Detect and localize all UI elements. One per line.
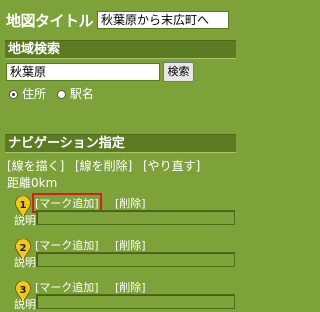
delete-mark-link[interactable]: [削除] [115,195,146,211]
map-title-label: 地図タイトル [6,12,94,30]
map-title-input[interactable]: 秋葉原から末広町へ [97,11,229,29]
description-input[interactable] [36,252,235,267]
marker-number: 3 [20,285,27,296]
delete-line-link[interactable]: [線を削除] [75,157,132,174]
redo-link[interactable]: [やり直す] [143,157,200,174]
radio-option-address[interactable]: 住所 [9,85,46,102]
navigation-header: ナビゲーション指定 [5,134,236,153]
marker-number: 2 [20,243,27,254]
area-search-input[interactable]: 秋葉原 [6,63,160,81]
distance-text: 距離0km [7,176,58,190]
search-button[interactable]: 検索 [163,62,194,82]
marker-number: 1 [20,200,27,211]
description-label: 説明 [14,256,36,269]
description-input[interactable] [36,294,235,309]
draw-line-link[interactable]: [線を描く] [7,157,64,174]
radio-checked-icon[interactable] [9,90,18,99]
description-label: 説明 [14,214,36,227]
radio-station-label: 駅名 [69,87,94,101]
radio-option-station[interactable]: 駅名 [57,85,94,102]
area-search-header: 地域検索 [5,40,236,59]
description-label: 説明 [14,298,36,311]
description-input[interactable] [36,210,235,225]
add-mark-link[interactable]: [マーク追加] [35,237,99,253]
delete-mark-link[interactable]: [削除] [115,237,146,253]
add-mark-link[interactable]: [マーク追加] [35,279,99,295]
radio-address-label: 住所 [21,87,46,101]
delete-mark-link[interactable]: [削除] [115,279,146,295]
radio-unchecked-icon[interactable] [57,90,66,99]
